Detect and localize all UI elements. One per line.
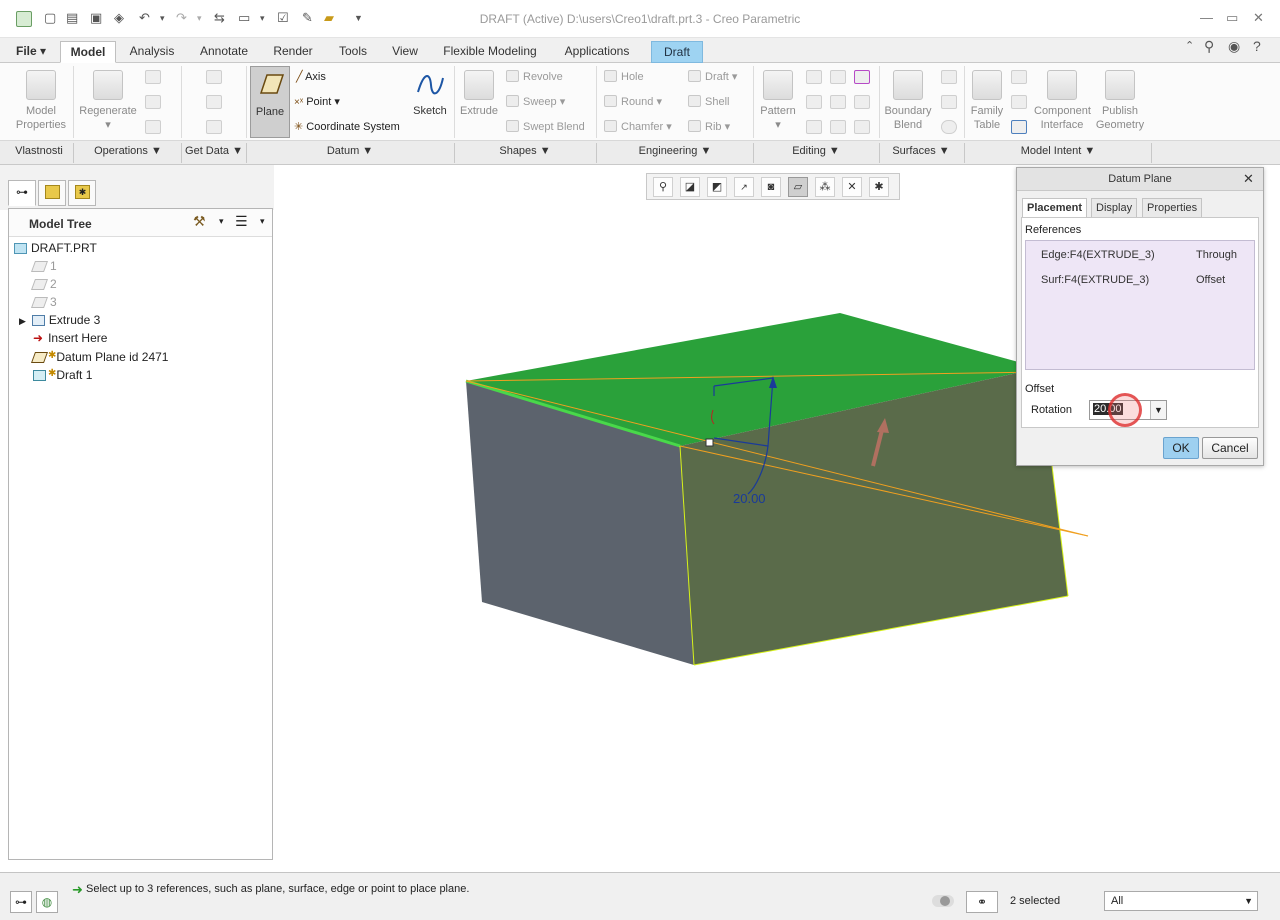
click-indicator bbox=[1108, 393, 1142, 427]
references-list[interactable]: Edge:F4(EXTRUDE_3) Through Surf:F4(EXTRU… bbox=[1025, 240, 1255, 370]
reorient-button[interactable]: ↗ bbox=[734, 177, 754, 197]
ok-button[interactable]: OK bbox=[1163, 437, 1199, 459]
offset-label: Offset bbox=[1025, 383, 1055, 395]
status-bar: ⊶ ◍ ➜ Select up to 3 references, such as… bbox=[0, 872, 1280, 920]
datum-display-button[interactable]: ▱ bbox=[788, 177, 808, 197]
point-display-button[interactable]: ✕ bbox=[842, 177, 862, 197]
selection-filter-select[interactable]: All ▼ bbox=[1104, 891, 1258, 911]
saved-views-button[interactable]: ◙ bbox=[761, 177, 781, 197]
tab-properties[interactable]: Properties bbox=[1142, 198, 1203, 218]
tab-display[interactable]: Display bbox=[1091, 198, 1138, 218]
show-navigator-icon[interactable]: ⊶ bbox=[10, 891, 32, 913]
message-arrow-icon: ➜ bbox=[72, 882, 83, 897]
reference-type[interactable]: Through bbox=[1196, 249, 1237, 261]
drag-handle[interactable] bbox=[705, 438, 714, 447]
dialog-title: Datum Plane bbox=[1017, 168, 1263, 191]
tab-placement[interactable]: Placement bbox=[1022, 198, 1088, 218]
find-icon[interactable]: ⚭ bbox=[966, 891, 998, 913]
filter-dropdown-icon: ▼ bbox=[1244, 896, 1253, 906]
annotation-display-button[interactable]: ⁂ bbox=[815, 177, 835, 197]
zoom-in-button[interactable]: ◪ bbox=[680, 177, 700, 197]
rotation-dimension-value[interactable]: 20.00 bbox=[733, 491, 766, 506]
repaint-button[interactable]: ◩ bbox=[707, 177, 727, 197]
selection-count[interactable]: 2 selected bbox=[1010, 895, 1060, 907]
csys-display-button[interactable]: ✱ bbox=[869, 177, 889, 197]
reference-name[interactable]: Edge:F4(EXTRUDE_3) bbox=[1041, 249, 1155, 261]
refit-button[interactable]: ⚲ bbox=[653, 177, 673, 197]
status-message: Select up to 3 references, such as plane… bbox=[86, 883, 470, 895]
rotation-dropdown-icon[interactable]: ▼ bbox=[1150, 401, 1166, 419]
placement-panel: References Edge:F4(EXTRUDE_3) Through Su… bbox=[1021, 217, 1259, 428]
cancel-button[interactable]: Cancel bbox=[1202, 437, 1258, 459]
graphics-toolbar: ⚲ ◪ ◩ ↗ ◙ ▱ ⁂ ✕ ✱ bbox=[646, 173, 900, 200]
dialog-close-icon[interactable]: ✕ bbox=[1243, 171, 1254, 187]
rotation-label: Rotation bbox=[1031, 404, 1072, 416]
rotation-input[interactable]: 20.00 ▼ bbox=[1089, 393, 1167, 427]
toggle-knob-icon bbox=[940, 896, 950, 906]
show-browser-icon[interactable]: ◍ bbox=[36, 891, 58, 913]
references-label: References bbox=[1025, 224, 1082, 236]
datum-plane-dialog: Datum Plane ✕ Placement Display Properti… bbox=[1016, 167, 1264, 466]
reference-name[interactable]: Surf:F4(EXTRUDE_3) bbox=[1041, 274, 1149, 286]
reference-type[interactable]: Offset bbox=[1196, 274, 1225, 286]
